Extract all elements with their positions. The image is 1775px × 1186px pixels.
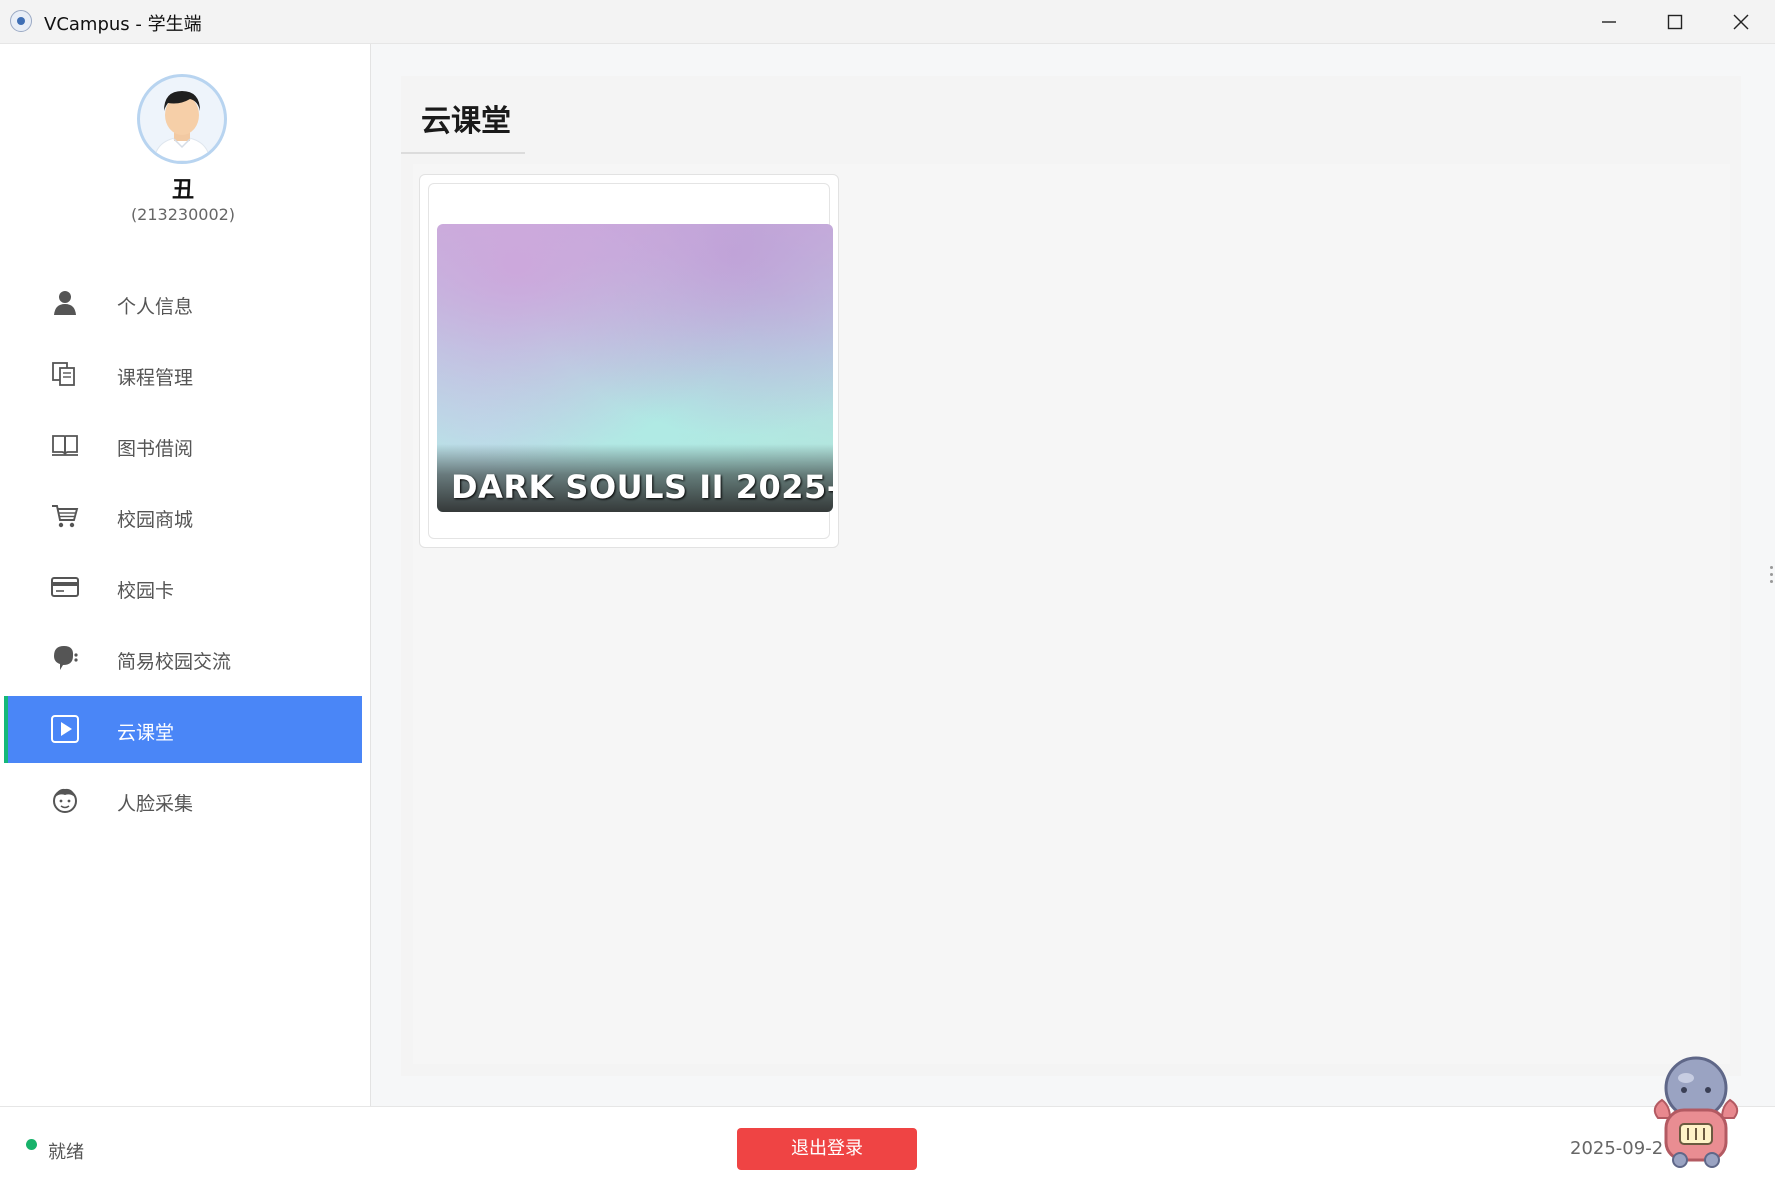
window-title: VCampus - 学生端 — [44, 14, 202, 35]
sidebar-item-label: 个人信息 — [117, 296, 194, 318]
sidebar-item-label: 图书借阅 — [117, 438, 194, 460]
sidebar-item-label: 人脸采集 — [117, 793, 194, 815]
title-underline — [401, 152, 525, 154]
course-thumbnail[interactable]: DARK SOULS II 2025-07- — [437, 224, 833, 512]
sidebar-item-cloud-classroom[interactable]: 云课堂 — [4, 696, 362, 763]
sidebar-item-courses[interactable]: 课程管理 — [4, 341, 362, 408]
sidebar-item-label: 校园卡 — [117, 580, 175, 602]
course-list: DARK SOULS II 2025-07- — [413, 164, 1730, 1064]
app-logo-icon — [10, 10, 32, 32]
window-titlebar: VCampus - 学生端 — [0, 0, 1775, 44]
logout-button[interactable]: 退出登录 — [737, 1128, 917, 1170]
maximize-icon — [1667, 14, 1683, 30]
sidebar: 丑 (213230002) 个人信息 课程管理 图书借阅 校园商城 校园卡 简易… — [0, 44, 371, 1106]
user-avatar-icon — [153, 91, 211, 161]
play-icon — [51, 715, 79, 743]
sidebar-item-library[interactable]: 图书借阅 — [4, 412, 362, 479]
user-name: 丑 — [171, 178, 194, 203]
course-caption: DARK SOULS II 2025-07- — [451, 468, 833, 506]
face-icon — [53, 788, 77, 813]
resize-grip[interactable] — [1770, 566, 1774, 587]
person-icon — [54, 291, 76, 315]
minimize-icon — [1602, 21, 1616, 23]
sidebar-item-forum[interactable]: 简易校园交流 — [4, 625, 362, 692]
sidebar-item-label: 简易校园交流 — [117, 651, 232, 673]
book-icon — [52, 435, 78, 456]
close-button[interactable] — [1709, 0, 1773, 44]
sidebar-item-label: 云课堂 — [117, 722, 175, 744]
minimize-button[interactable] — [1577, 0, 1641, 44]
main-area: 云课堂 DARK SOULS II 2025-07- — [371, 44, 1775, 1106]
sidebar-nav: 个人信息 课程管理 图书借阅 校园商城 校园卡 简易校园交流 云课堂 人脸采集 — [4, 270, 362, 838]
course-card[interactable]: DARK SOULS II 2025-07- — [419, 174, 839, 548]
status-text: 就绪 — [48, 1142, 84, 1163]
sidebar-item-label: 校园商城 — [117, 509, 194, 531]
courses-icon — [52, 362, 75, 386]
avatar[interactable] — [137, 74, 227, 164]
status-bar: 就绪 退出登录 2025-09-2 0 — [0, 1106, 1775, 1186]
status-indicator — [26, 1139, 37, 1150]
card-icon — [51, 577, 79, 597]
sidebar-item-campus-card[interactable]: 校园卡 — [4, 554, 362, 621]
sidebar-item-face-capture[interactable]: 人脸采集 — [4, 767, 362, 834]
sidebar-item-label: 课程管理 — [117, 367, 194, 389]
robot-mascot-icon[interactable] — [1640, 1048, 1752, 1172]
chat-icon — [54, 646, 78, 670]
user-id: (213230002) — [130, 205, 236, 224]
course-card-frame: DARK SOULS II 2025-07- — [428, 183, 833, 539]
close-icon — [1733, 14, 1749, 30]
cart-icon — [52, 505, 79, 528]
page-title: 云课堂 — [421, 104, 511, 139]
maximize-button[interactable] — [1643, 0, 1707, 44]
sidebar-item-shop[interactable]: 校园商城 — [4, 483, 362, 550]
cloud-classroom-panel: 云课堂 DARK SOULS II 2025-07- — [401, 76, 1741, 1076]
sidebar-item-profile[interactable]: 个人信息 — [4, 270, 362, 337]
